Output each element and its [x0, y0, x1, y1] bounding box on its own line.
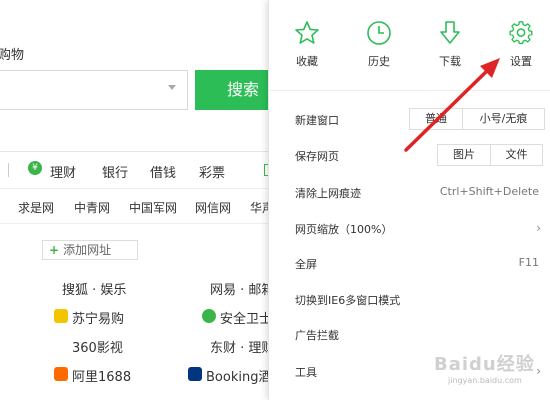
- site-link[interactable]: 安全卫士: [220, 308, 272, 327]
- ie6-mode-label: 切换到IE6多窗口模式: [295, 294, 401, 307]
- menu-item-fullscreen[interactable]: 全屏 F11: [269, 248, 550, 280]
- page-title-fragment: 购物: [0, 48, 25, 63]
- annotation-arrow: [404, 58, 500, 152]
- ad-block-label: 广告拦截: [295, 329, 339, 342]
- star-icon: [295, 21, 319, 44]
- 360-safe-icon: [202, 309, 216, 323]
- menu-item-ie6-mode[interactable]: 切换到IE6多窗口模式: [269, 284, 550, 316]
- download-icon: [440, 21, 460, 44]
- menu-item-zoom[interactable]: 网页缩放（100%） ›: [269, 213, 550, 245]
- site-link[interactable]: 搜狐 · 娱乐: [62, 279, 126, 298]
- watermark-url: jingyan.baidu.com: [448, 376, 522, 385]
- history-label: 历史: [368, 55, 390, 68]
- site-link[interactable]: 360影视: [72, 337, 123, 356]
- history-button[interactable]: 历史: [354, 20, 404, 69]
- new-window-label: 新建窗口: [295, 114, 339, 127]
- nav-item-lottery[interactable]: 彩票: [199, 162, 225, 181]
- gear-icon: [509, 21, 533, 45]
- yen-icon: ¥: [28, 161, 42, 175]
- chevron-right-icon: ›: [536, 221, 541, 235]
- suning-icon: [54, 309, 68, 323]
- site-link[interactable]: 阿里1688: [72, 366, 131, 385]
- save-page-label: 保存网页: [295, 150, 339, 163]
- fullscreen-shortcut: F11: [518, 256, 539, 269]
- add-site-label: 添加网址: [63, 243, 112, 257]
- nav-item-bank[interactable]: 银行: [102, 162, 128, 181]
- alibaba-icon: [54, 367, 68, 381]
- site-link[interactable]: 苏宁易购: [72, 308, 124, 327]
- divider: [8, 163, 9, 177]
- watermark: Baidu经验 jingyan.baidu.com: [434, 350, 544, 392]
- search-input[interactable]: [0, 70, 188, 110]
- link-item[interactable]: 中国军网: [129, 199, 177, 216]
- nav-item-loan[interactable]: 借钱: [150, 162, 176, 181]
- clock-icon: [367, 21, 391, 45]
- favorites-button[interactable]: 收藏: [282, 20, 332, 69]
- link-item[interactable]: 网信网: [195, 199, 231, 216]
- link-item[interactable]: 中青网: [74, 199, 110, 216]
- add-site-button[interactable]: + 添加网址: [42, 240, 138, 260]
- link-item[interactable]: 求是网: [18, 199, 54, 216]
- zoom-label: 网页缩放（100%）: [295, 223, 393, 236]
- nav-item-finance[interactable]: 理财: [50, 162, 76, 181]
- plus-icon: +: [49, 243, 60, 257]
- menu-item-ad-block[interactable]: 广告拦截: [269, 319, 550, 351]
- site-link[interactable]: 网易 · 邮箱: [210, 279, 274, 298]
- fullscreen-label: 全屏: [295, 258, 317, 271]
- booking-icon: [188, 367, 202, 381]
- clear-traces-shortcut: Ctrl+Shift+Delete: [439, 185, 539, 198]
- clear-traces-label: 清除上网痕迹: [295, 187, 361, 200]
- watermark-text: Baidu经验: [434, 354, 535, 375]
- site-link[interactable]: 东财 · 理财: [210, 337, 274, 356]
- search-dropdown-icon[interactable]: [168, 85, 176, 90]
- favorites-label: 收藏: [296, 55, 318, 68]
- menu-item-clear-traces[interactable]: 清除上网痕迹 Ctrl+Shift+Delete: [269, 177, 550, 209]
- tools-label: 工具: [295, 366, 317, 379]
